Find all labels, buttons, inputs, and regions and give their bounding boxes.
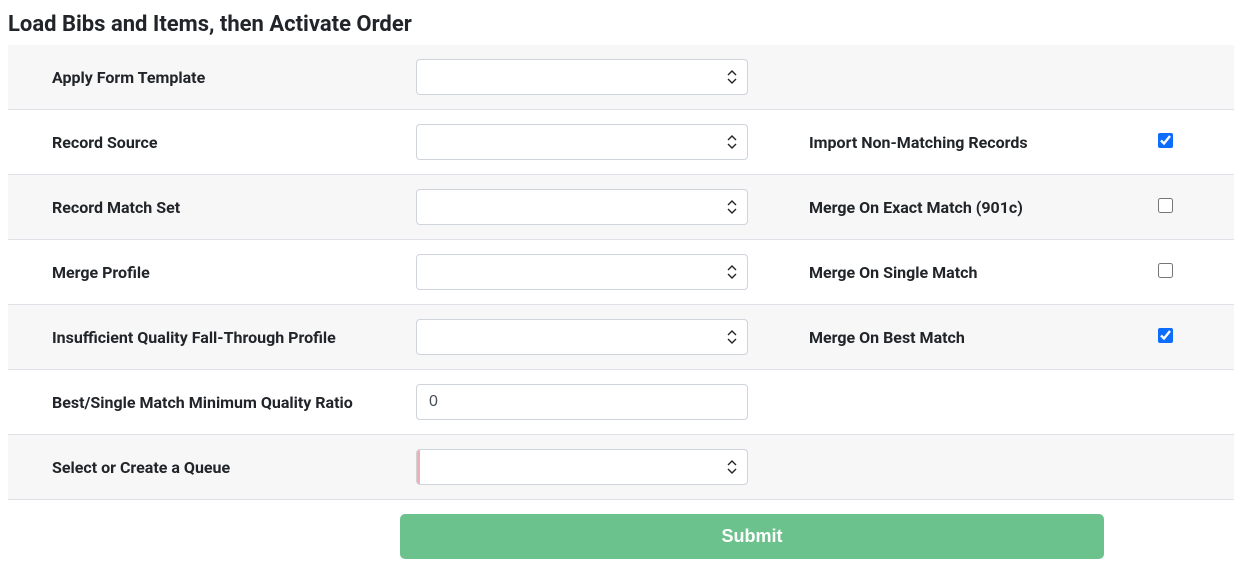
row-apply-form-template: Apply Form Template xyxy=(8,45,1234,110)
row-record-match-set: Record Match Set Merge On Exact Match (9… xyxy=(8,175,1234,240)
chevron-updown-icon xyxy=(727,460,737,474)
label-merge-best-match: Merge On Best Match xyxy=(784,328,1158,347)
combobox-apply-form-template[interactable] xyxy=(416,59,748,95)
label-merge-profile: Merge Profile xyxy=(24,263,416,282)
row-select-queue: Select or Create a Queue xyxy=(8,435,1234,500)
row-merge-profile: Merge Profile Merge On Single Match xyxy=(8,240,1234,305)
label-select-queue: Select or Create a Queue xyxy=(24,458,416,477)
label-record-source: Record Source xyxy=(24,133,416,152)
row-min-quality-ratio: Best/Single Match Minimum Quality Ratio xyxy=(8,370,1234,435)
input-min-quality-ratio[interactable] xyxy=(416,384,748,420)
form-container: Apply Form Template Record Source Import… xyxy=(8,45,1234,559)
chevron-updown-icon xyxy=(727,135,737,149)
checkbox-merge-exact-match[interactable] xyxy=(1158,198,1173,213)
chevron-updown-icon xyxy=(727,200,737,214)
page-title: Load Bibs and Items, then Activate Order xyxy=(8,12,1234,37)
label-min-quality-ratio: Best/Single Match Minimum Quality Ratio xyxy=(24,393,416,412)
label-apply-form-template: Apply Form Template xyxy=(24,68,416,87)
row-insufficient-quality: Insufficient Quality Fall-Through Profil… xyxy=(8,305,1234,370)
combobox-select-queue[interactable] xyxy=(416,449,748,485)
label-merge-exact-match: Merge On Exact Match (901c) xyxy=(784,198,1158,217)
label-merge-single-match: Merge On Single Match xyxy=(784,263,1158,282)
submit-row: Submit xyxy=(8,500,1234,559)
chevron-updown-icon xyxy=(727,70,737,84)
chevron-updown-icon xyxy=(727,330,737,344)
combobox-insufficient-quality[interactable] xyxy=(416,319,748,355)
checkbox-import-non-matching[interactable] xyxy=(1158,133,1173,148)
label-insufficient-quality: Insufficient Quality Fall-Through Profil… xyxy=(24,328,416,347)
chevron-updown-icon xyxy=(727,265,737,279)
combobox-merge-profile[interactable] xyxy=(416,254,748,290)
combobox-record-source[interactable] xyxy=(416,124,748,160)
label-record-match-set: Record Match Set xyxy=(24,198,416,217)
combobox-record-match-set[interactable] xyxy=(416,189,748,225)
checkbox-merge-single-match[interactable] xyxy=(1158,263,1173,278)
checkbox-merge-best-match[interactable] xyxy=(1158,328,1173,343)
row-record-source: Record Source Import Non-Matching Record… xyxy=(8,110,1234,175)
label-import-non-matching: Import Non-Matching Records xyxy=(784,133,1158,152)
